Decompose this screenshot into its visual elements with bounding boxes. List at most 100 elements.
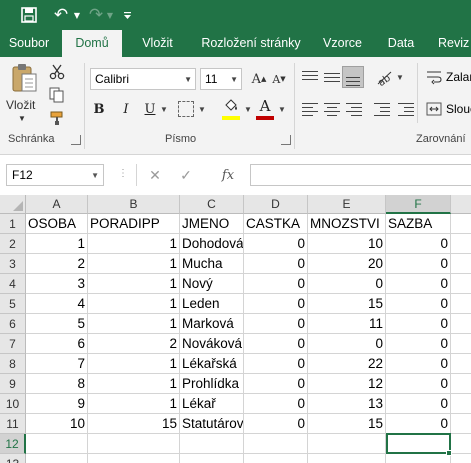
underline-dropdown-icon[interactable]: ▼: [160, 105, 168, 114]
table-cell[interactable]: 13: [308, 394, 386, 414]
table-cell[interactable]: Leden: [180, 294, 244, 314]
clipboard-launcher-icon[interactable]: [71, 135, 81, 145]
table-cell[interactable]: 0: [244, 274, 308, 294]
tab-home[interactable]: Domů: [62, 30, 122, 57]
cell[interactable]: [451, 234, 471, 254]
cell[interactable]: [26, 434, 88, 454]
paste-button[interactable]: Vložit: [6, 97, 46, 113]
table-cell[interactable]: Mucha: [180, 254, 244, 274]
table-cell[interactable]: 0: [244, 294, 308, 314]
table-cell[interactable]: Nováková: [180, 334, 244, 354]
copy-icon[interactable]: [48, 86, 66, 104]
header-cell[interactable]: SAZBA: [386, 214, 451, 234]
align-middle-icon[interactable]: [322, 67, 342, 87]
table-cell[interactable]: Nový: [180, 274, 244, 294]
header-cell[interactable]: PORADIPP: [88, 214, 180, 234]
cell[interactable]: [244, 434, 308, 454]
cell[interactable]: [451, 274, 471, 294]
table-cell[interactable]: 0: [244, 334, 308, 354]
table-cell[interactable]: 8: [26, 374, 88, 394]
table-cell[interactable]: 10: [308, 234, 386, 254]
table-cell[interactable]: 0: [308, 274, 386, 294]
row-header[interactable]: 3: [0, 254, 26, 274]
align-top-icon[interactable]: [300, 67, 320, 87]
table-cell[interactable]: 1: [88, 234, 180, 254]
font-color-dropdown-icon[interactable]: ▼: [278, 105, 286, 114]
wrap-text-button[interactable]: Zalam: [446, 70, 471, 84]
cell[interactable]: [451, 454, 471, 463]
paste-icon[interactable]: [8, 61, 42, 95]
cell[interactable]: [451, 414, 471, 434]
table-cell[interactable]: 15: [88, 414, 180, 434]
column-header-b[interactable]: B: [88, 195, 180, 214]
row-header[interactable]: 9: [0, 374, 26, 394]
table-cell[interactable]: 0: [386, 314, 451, 334]
table-cell[interactable]: 0: [244, 374, 308, 394]
redo-dropdown-icon[interactable]: ▼: [105, 4, 115, 26]
table-cell[interactable]: Dohodová: [180, 234, 244, 254]
table-cell[interactable]: 2: [88, 334, 180, 354]
tab-review[interactable]: Reviz: [430, 30, 471, 57]
table-cell[interactable]: 15: [308, 294, 386, 314]
decrease-indent-icon[interactable]: [372, 99, 392, 119]
font-color-icon[interactable]: A: [256, 97, 274, 117]
chevron-down-icon[interactable]: ▼: [230, 75, 238, 84]
table-cell[interactable]: 10: [26, 414, 88, 434]
table-cell[interactable]: 0: [244, 354, 308, 374]
orientation-icon[interactable]: ab: [374, 67, 394, 87]
orientation-dropdown-icon[interactable]: ▼: [396, 73, 404, 82]
font-launcher-icon[interactable]: [281, 135, 291, 145]
table-cell[interactable]: Lékařská: [180, 354, 244, 374]
align-right-icon[interactable]: [344, 99, 364, 119]
table-cell[interactable]: 0: [386, 394, 451, 414]
chevron-down-icon[interactable]: ▼: [91, 171, 99, 180]
header-cell[interactable]: MNOZSTVI: [308, 214, 386, 234]
save-icon[interactable]: [18, 4, 40, 26]
cell[interactable]: [451, 314, 471, 334]
cell[interactable]: [451, 334, 471, 354]
cell[interactable]: [451, 294, 471, 314]
table-cell[interactable]: 1: [88, 314, 180, 334]
merge-center-icon[interactable]: [425, 99, 443, 119]
insert-function-icon[interactable]: fx: [216, 164, 240, 186]
table-cell[interactable]: 0: [386, 254, 451, 274]
column-header-c[interactable]: C: [180, 195, 244, 214]
redo-icon[interactable]: ↷: [86, 4, 106, 26]
table-cell[interactable]: Marková: [180, 314, 244, 334]
cell[interactable]: [180, 454, 244, 463]
header-cell[interactable]: CASTKA: [244, 214, 308, 234]
column-header-g[interactable]: [451, 195, 471, 214]
tab-formulas[interactable]: Vzorce: [315, 30, 370, 57]
table-cell[interactable]: Prohlídka: [180, 374, 244, 394]
font-name-combobox[interactable]: Calibri ▼: [90, 68, 196, 90]
name-box[interactable]: F12 ▼: [6, 164, 104, 186]
align-center-icon[interactable]: [322, 99, 342, 119]
table-cell[interactable]: 0: [386, 234, 451, 254]
undo-icon[interactable]: ↶: [50, 4, 72, 26]
table-cell[interactable]: 0: [244, 254, 308, 274]
row-header[interactable]: 8: [0, 354, 26, 374]
table-cell[interactable]: 1: [88, 294, 180, 314]
header-cell[interactable]: JMENO: [180, 214, 244, 234]
formula-input[interactable]: [250, 164, 471, 186]
merge-center-button[interactable]: Slouč: [446, 102, 471, 116]
increase-indent-icon[interactable]: [396, 99, 416, 119]
row-header[interactable]: 12: [0, 434, 26, 454]
table-cell[interactable]: 0: [308, 334, 386, 354]
table-cell[interactable]: 1: [88, 354, 180, 374]
wrap-text-icon[interactable]: [425, 67, 443, 87]
cell[interactable]: [308, 454, 386, 463]
underline-button[interactable]: U: [141, 99, 159, 119]
bold-button[interactable]: B: [90, 99, 108, 119]
table-cell[interactable]: 22: [308, 354, 386, 374]
table-cell[interactable]: 1: [88, 274, 180, 294]
shrink-font-icon[interactable]: A ▼: [270, 69, 288, 89]
customize-dropdown-icon[interactable]: [120, 4, 134, 26]
table-cell[interactable]: 7: [26, 354, 88, 374]
align-bottom-icon[interactable]: [342, 66, 364, 88]
select-all-button[interactable]: [0, 195, 26, 214]
column-header-a[interactable]: A: [26, 195, 88, 214]
row-header[interactable]: 6: [0, 314, 26, 334]
cell[interactable]: [451, 374, 471, 394]
table-cell[interactable]: 0: [244, 314, 308, 334]
